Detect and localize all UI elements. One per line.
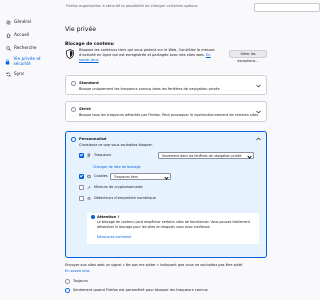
sidebar-item-general[interactable]: Général (5, 18, 55, 27)
trackers-checkbox[interactable] (79, 152, 84, 158)
cryptominers-row: Mineurs de cryptomonnaies (79, 183, 143, 191)
warning-title: Attention ! (97, 214, 120, 219)
sidebar-item-label: Vie privée et sécurité (13, 56, 41, 67)
cryptominer-icon (87, 185, 91, 190)
lock-icon (5, 58, 10, 65)
sidebar-item-search[interactable]: Recherche (5, 44, 55, 53)
option-description: Bloque uniquement les traqueurs connus d… (79, 87, 220, 91)
cryptominers-checkbox[interactable] (79, 184, 84, 190)
chevron-up-icon[interactable] (256, 137, 261, 141)
info-icon (91, 215, 95, 219)
search-input[interactable] (254, 3, 320, 12)
option-strict[interactable]: Strict Bloque tous les traqueurs détecté… (65, 101, 267, 122)
cookies-label: Cookies (94, 174, 108, 178)
cookies-checkbox[interactable] (79, 173, 84, 179)
warning-box: Attention ! Le blocage de contenu peut e… (87, 213, 259, 244)
fingerprint-icon (87, 196, 91, 201)
sidebar-item-label: Accueil (14, 33, 30, 38)
option-standard[interactable]: Standard Bloque uniquement les traqueurs… (65, 75, 267, 95)
trackers-row: Traqueurs (79, 151, 111, 159)
cookies-select[interactable]: Traqueurs tiers (110, 173, 171, 180)
policy-notice-text: Firefox organisation à sécurité la possi… (66, 4, 198, 8)
custom-description: Choisissez ce que vous souhaitez bloquer… (79, 143, 153, 147)
option-title: Standard (79, 80, 99, 85)
dnt-always-label: Toujours (73, 279, 88, 283)
cryptominers-label: Mineurs de cryptomonnaies (94, 185, 143, 189)
option-description: Bloque tous les traqueurs détectés par F… (79, 113, 259, 117)
radio-dnt-always[interactable] (65, 278, 70, 284)
fingerprinters-row: Détecteurs d’empreinte numérique (79, 194, 156, 202)
sidebar-item-privacy[interactable]: Vie privée et sécurité (5, 56, 55, 67)
cookie-icon (87, 174, 91, 179)
sidebar-item-home[interactable]: Accueil (5, 31, 55, 40)
fingerprinters-label: Détecteurs d’empreinte numérique (94, 196, 156, 200)
radio-dnt-only-when[interactable] (65, 287, 70, 293)
shield-icon (66, 49, 74, 59)
sync-icon (5, 72, 11, 78)
dnt-only-when-label: Seulement quand Firefox est paramétré po… (73, 288, 208, 292)
top-strip: Firefox organisation à sécurité la possi… (56, 0, 320, 22)
warning-description: Le blocage de contenu peut empêcher cert… (97, 220, 250, 229)
fingerprinters-checkbox[interactable] (79, 195, 84, 201)
radio-standard[interactable] (71, 81, 76, 86)
option-title: Personnalisé (79, 136, 107, 141)
gear-icon (5, 20, 11, 26)
sidebar-item-label: Sync (14, 72, 25, 77)
section-heading-content-blocking: Blocage de contenu (65, 42, 114, 47)
dnt-description: Envoyer aux sites web un signal « Ne pas… (65, 263, 243, 267)
page-title: Vie privée (65, 26, 97, 33)
learn-how-link[interactable]: Découvrez comment (97, 235, 131, 239)
trackers-select[interactable]: Seulement dans les fenêtres de navigatio… (158, 152, 254, 159)
sidebar-item-sync[interactable]: Sync (5, 70, 55, 79)
dnt-learn-more-link[interactable]: En savoir plus (65, 269, 89, 273)
manage-exceptions-button[interactable]: Gérer les exceptions… (229, 50, 267, 63)
content-blocking-description: Bloquez les contenus tiers qui vous pist… (79, 48, 215, 63)
radio-custom[interactable] (71, 137, 76, 142)
dnt-option-only-when[interactable]: Seulement quand Firefox est paramétré po… (65, 287, 208, 293)
dnt-option-always[interactable]: Toujours (65, 278, 88, 284)
sidebar-item-label: Général (14, 20, 31, 25)
chevron-down-icon[interactable] (256, 84, 261, 88)
option-title: Strict (79, 106, 91, 111)
sidebar-item-label: Recherche (14, 46, 37, 51)
radio-strict[interactable] (71, 107, 76, 112)
change-blocklist-link[interactable]: Changer de liste de blocage (93, 165, 141, 169)
home-icon (5, 33, 11, 39)
search-icon (5, 46, 11, 52)
chevron-down-icon[interactable] (256, 110, 261, 114)
cookies-row: Cookies (79, 172, 108, 180)
trackers-label: Traqueurs (94, 153, 112, 157)
tracker-icon (87, 153, 91, 158)
